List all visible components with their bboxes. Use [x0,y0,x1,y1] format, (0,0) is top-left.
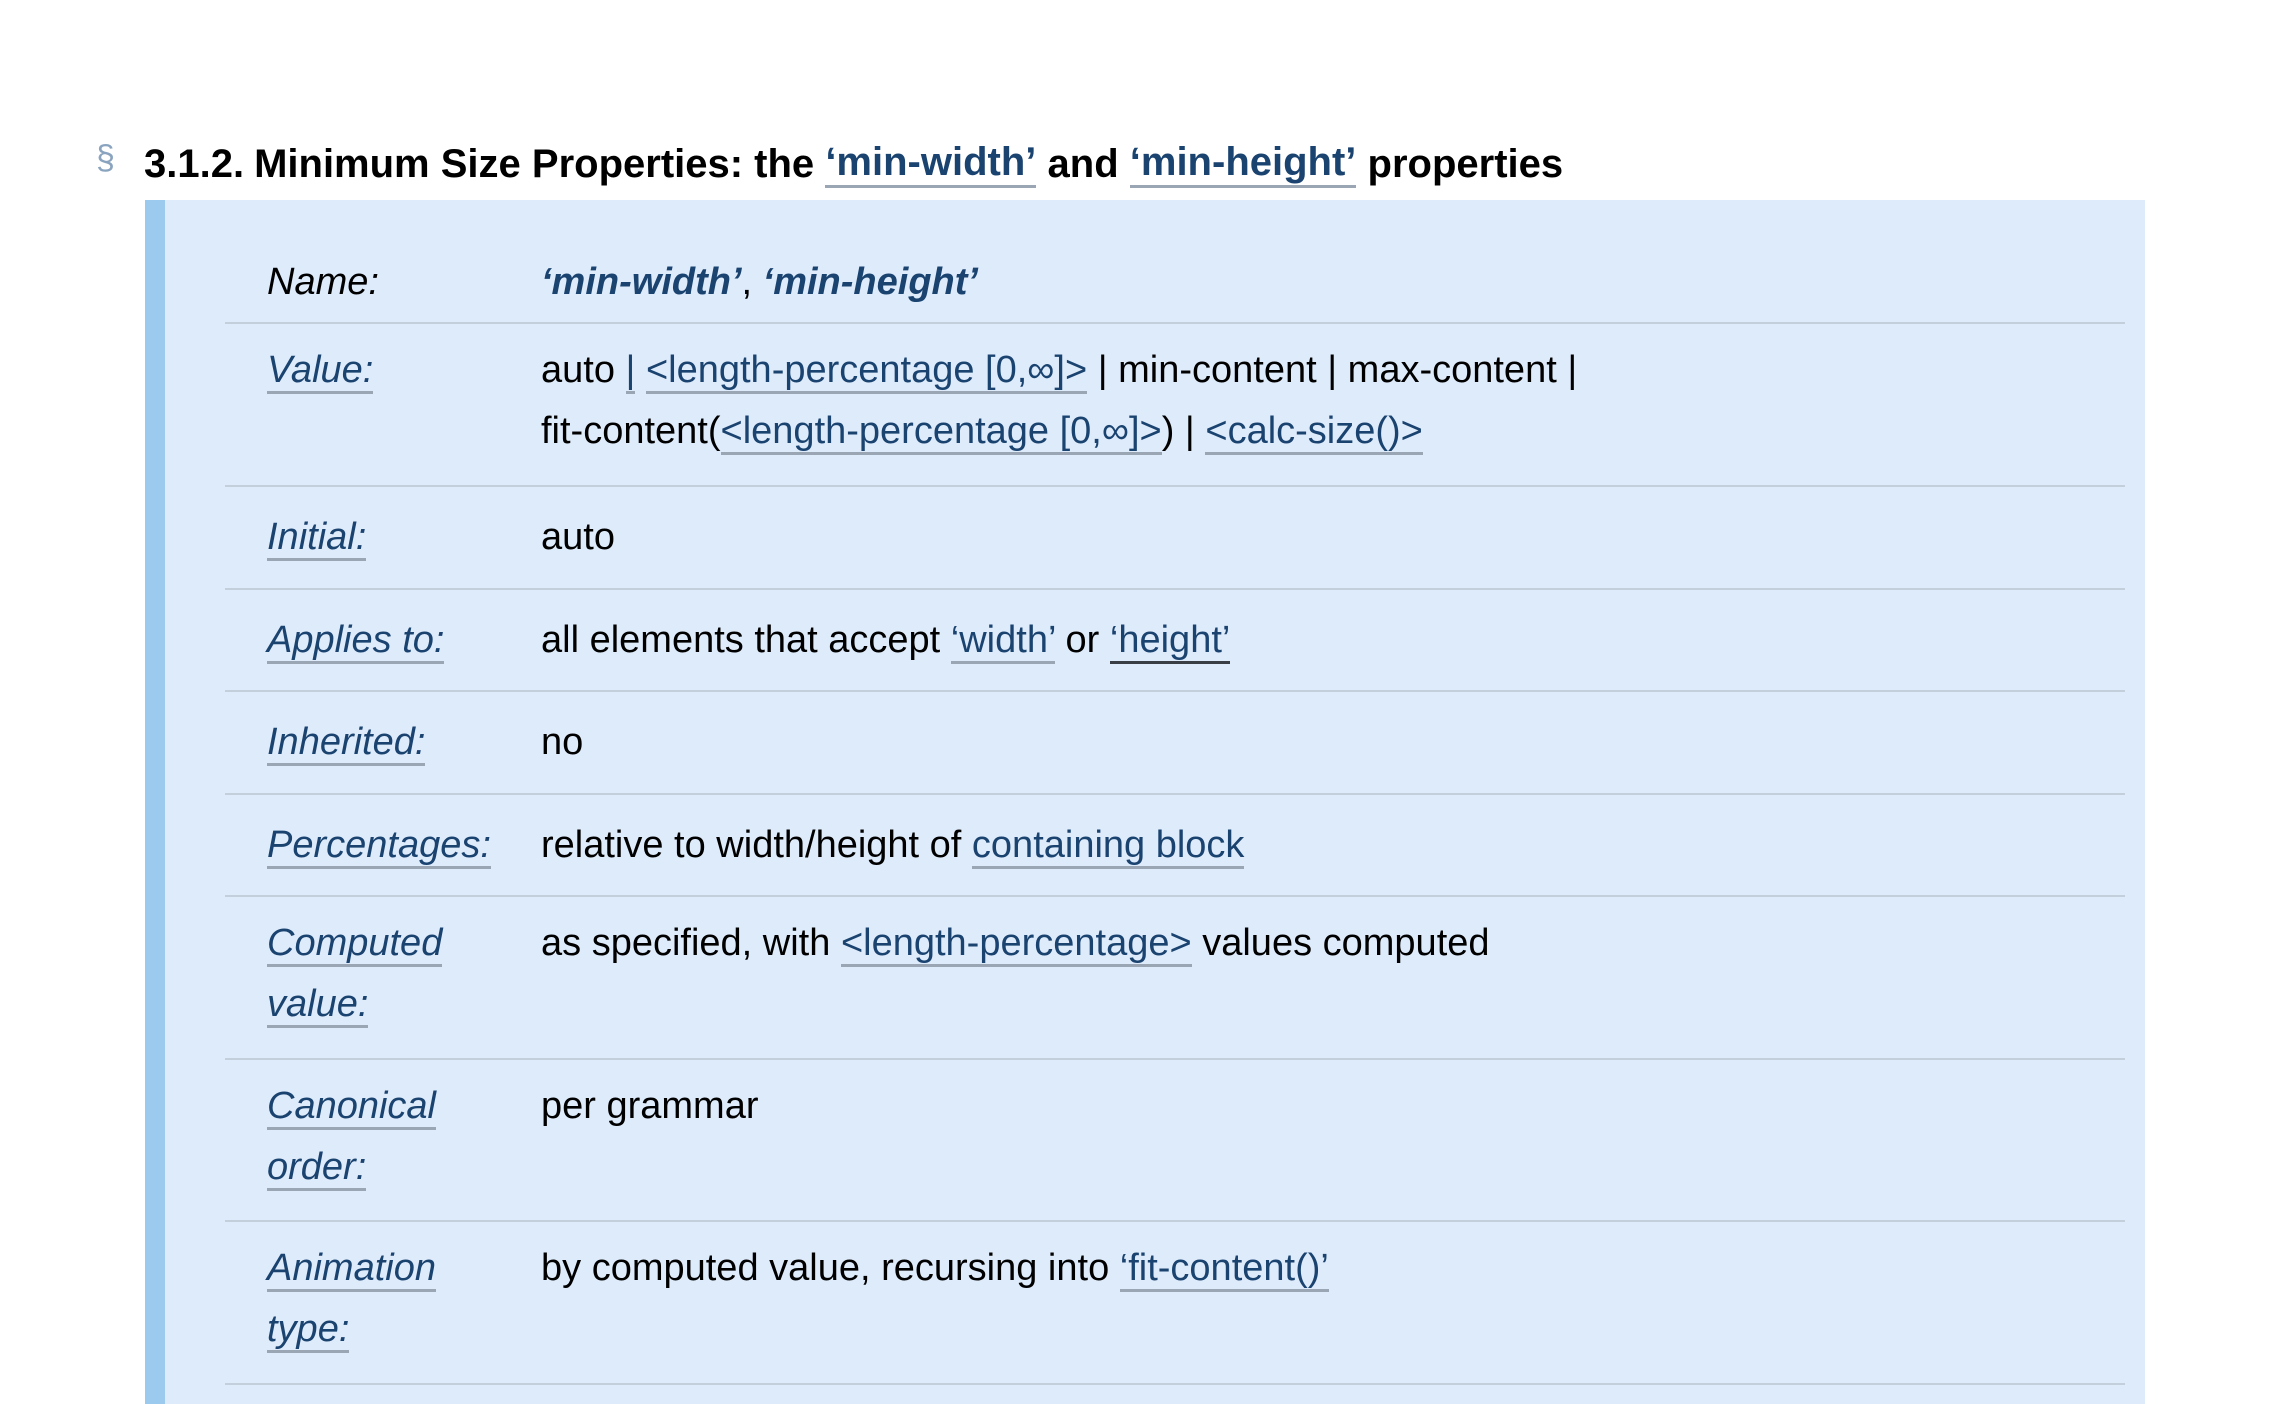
row-percentages: Percentages: relative to width/height of… [225,795,2125,897]
label-value[interactable]: Value: [267,340,527,401]
section-heading: § 3.1.2. Minimum Size Properties: the ‘m… [96,136,2196,192]
link-width[interactable]: ‘width’ [950,619,1055,664]
value-percentages: relative to width/height of containing b… [541,815,2101,876]
name-separator: , [741,261,753,303]
section-anchor-icon[interactable]: § [96,139,144,178]
label-initial-text: Initial: [267,516,367,561]
value-fit-content: fit-content( [541,410,721,452]
label-canonical-line2: order: [267,1146,367,1191]
link-calc-size[interactable]: <calc-size()> [1205,410,1423,455]
link-length-percentage-2[interactable]: <length-percentage [0,∞]> [720,410,1162,455]
applies-or: or [1065,619,1100,661]
heading-text-middle: and [1047,141,1119,186]
label-canonical-order[interactable]: Canonical order: [267,1076,527,1198]
value-name: ‘min-width’, ‘min-height’ [541,252,2101,313]
animation-text: by computed value, recursing into [541,1247,1110,1289]
row-computed-value: Computed value: as specified, with <leng… [225,897,2125,1060]
label-computed-value[interactable]: Computed value: [267,913,527,1035]
label-percentages-text: Percentages: [267,824,491,869]
link-length-percentage-3[interactable]: <length-percentage> [840,922,1192,967]
value-auto: auto [541,349,615,391]
value-animation-type: by computed value, recursing into ‘fit-c… [541,1238,2101,1299]
heading-link-min-height[interactable]: ‘min-height’ [1129,140,1357,188]
label-animation-line1: Animation [267,1247,436,1292]
value-computed-value: as specified, with <length-percentage> v… [541,913,2101,974]
label-percentages[interactable]: Percentages: [267,815,527,876]
label-inherited[interactable]: Inherited: [267,712,527,773]
link-bar[interactable]: | [625,349,636,394]
value-value: auto | <length-percentage [0,∞]> | min-c… [541,340,2101,462]
link-min-width-def[interactable]: ‘min-width’ [541,261,742,303]
row-name: Name: ‘min-width’, ‘min-height’ [225,240,2125,324]
label-initial[interactable]: Initial: [267,507,527,568]
label-animation-type[interactable]: Animation type: [267,1238,527,1360]
value-initial: auto [541,516,615,558]
link-containing-block[interactable]: containing block [971,824,1245,869]
heading-text-after: properties [1367,141,1564,186]
value-inherited: no [541,721,584,763]
heading-text-before: Minimum Size Properties: the [254,141,815,186]
value-close-paren: ) | [1161,410,1195,452]
row-applies-to: Applies to: all elements that accept ‘wi… [225,590,2125,692]
row-initial: Initial: auto [225,487,2125,590]
link-fit-content[interactable]: ‘fit-content()’ [1119,1247,1329,1292]
section-number: 3.1.2. [144,141,245,186]
label-name: Name: [267,261,379,303]
row-animation-type: Animation type: by computed value, recur… [225,1222,2125,1385]
property-definition-table: Name: ‘min-width’, ‘min-height’ Value: a… [145,200,2145,1404]
applies-text: all elements that accept [541,619,941,661]
value-canonical-order: per grammar [541,1085,759,1127]
label-computed-line1: Computed [267,922,443,967]
computed-text2: values computed [1202,922,1490,964]
heading-link-min-width[interactable]: ‘min-width’ [825,140,1037,188]
label-applies-to[interactable]: Applies to: [267,610,527,671]
label-applies-text: Applies to: [267,619,445,664]
link-min-height-def[interactable]: ‘min-height’ [763,261,978,303]
row-canonical-order: Canonical order: per grammar [225,1060,2125,1222]
label-value-text: Value: [267,349,374,394]
value-keywords: | min-content | max-content | [1097,349,1578,391]
label-inherited-text: Inherited: [267,721,426,766]
percentages-text: relative to width/height of [541,824,962,866]
link-height[interactable]: ‘height’ [1109,619,1231,664]
row-value: Value: auto | <length-percentage [0,∞]> … [225,324,2125,487]
label-canonical-line1: Canonical [267,1085,436,1130]
link-length-percentage-1[interactable]: <length-percentage [0,∞]> [645,349,1088,394]
label-animation-line2: type: [267,1308,350,1353]
label-computed-line2: value: [267,983,369,1028]
row-inherited: Inherited: no [225,692,2125,795]
value-applies-to: all elements that accept ‘width’ or ‘hei… [541,610,2101,671]
computed-text1: as specified, with [541,922,831,964]
